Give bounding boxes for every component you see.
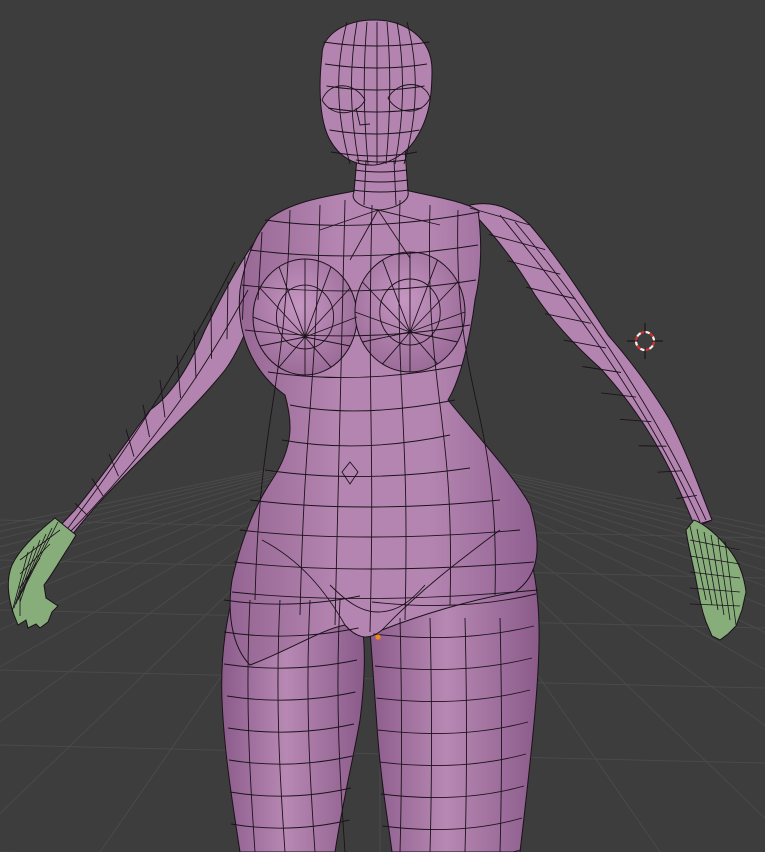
object-origin-icon[interactable] [375, 634, 381, 640]
right-hand[interactable] [685, 519, 747, 641]
3d-cursor-icon[interactable] [627, 323, 663, 359]
3d-viewport[interactable] [0, 0, 765, 852]
viewport-canvas[interactable] [0, 0, 765, 852]
